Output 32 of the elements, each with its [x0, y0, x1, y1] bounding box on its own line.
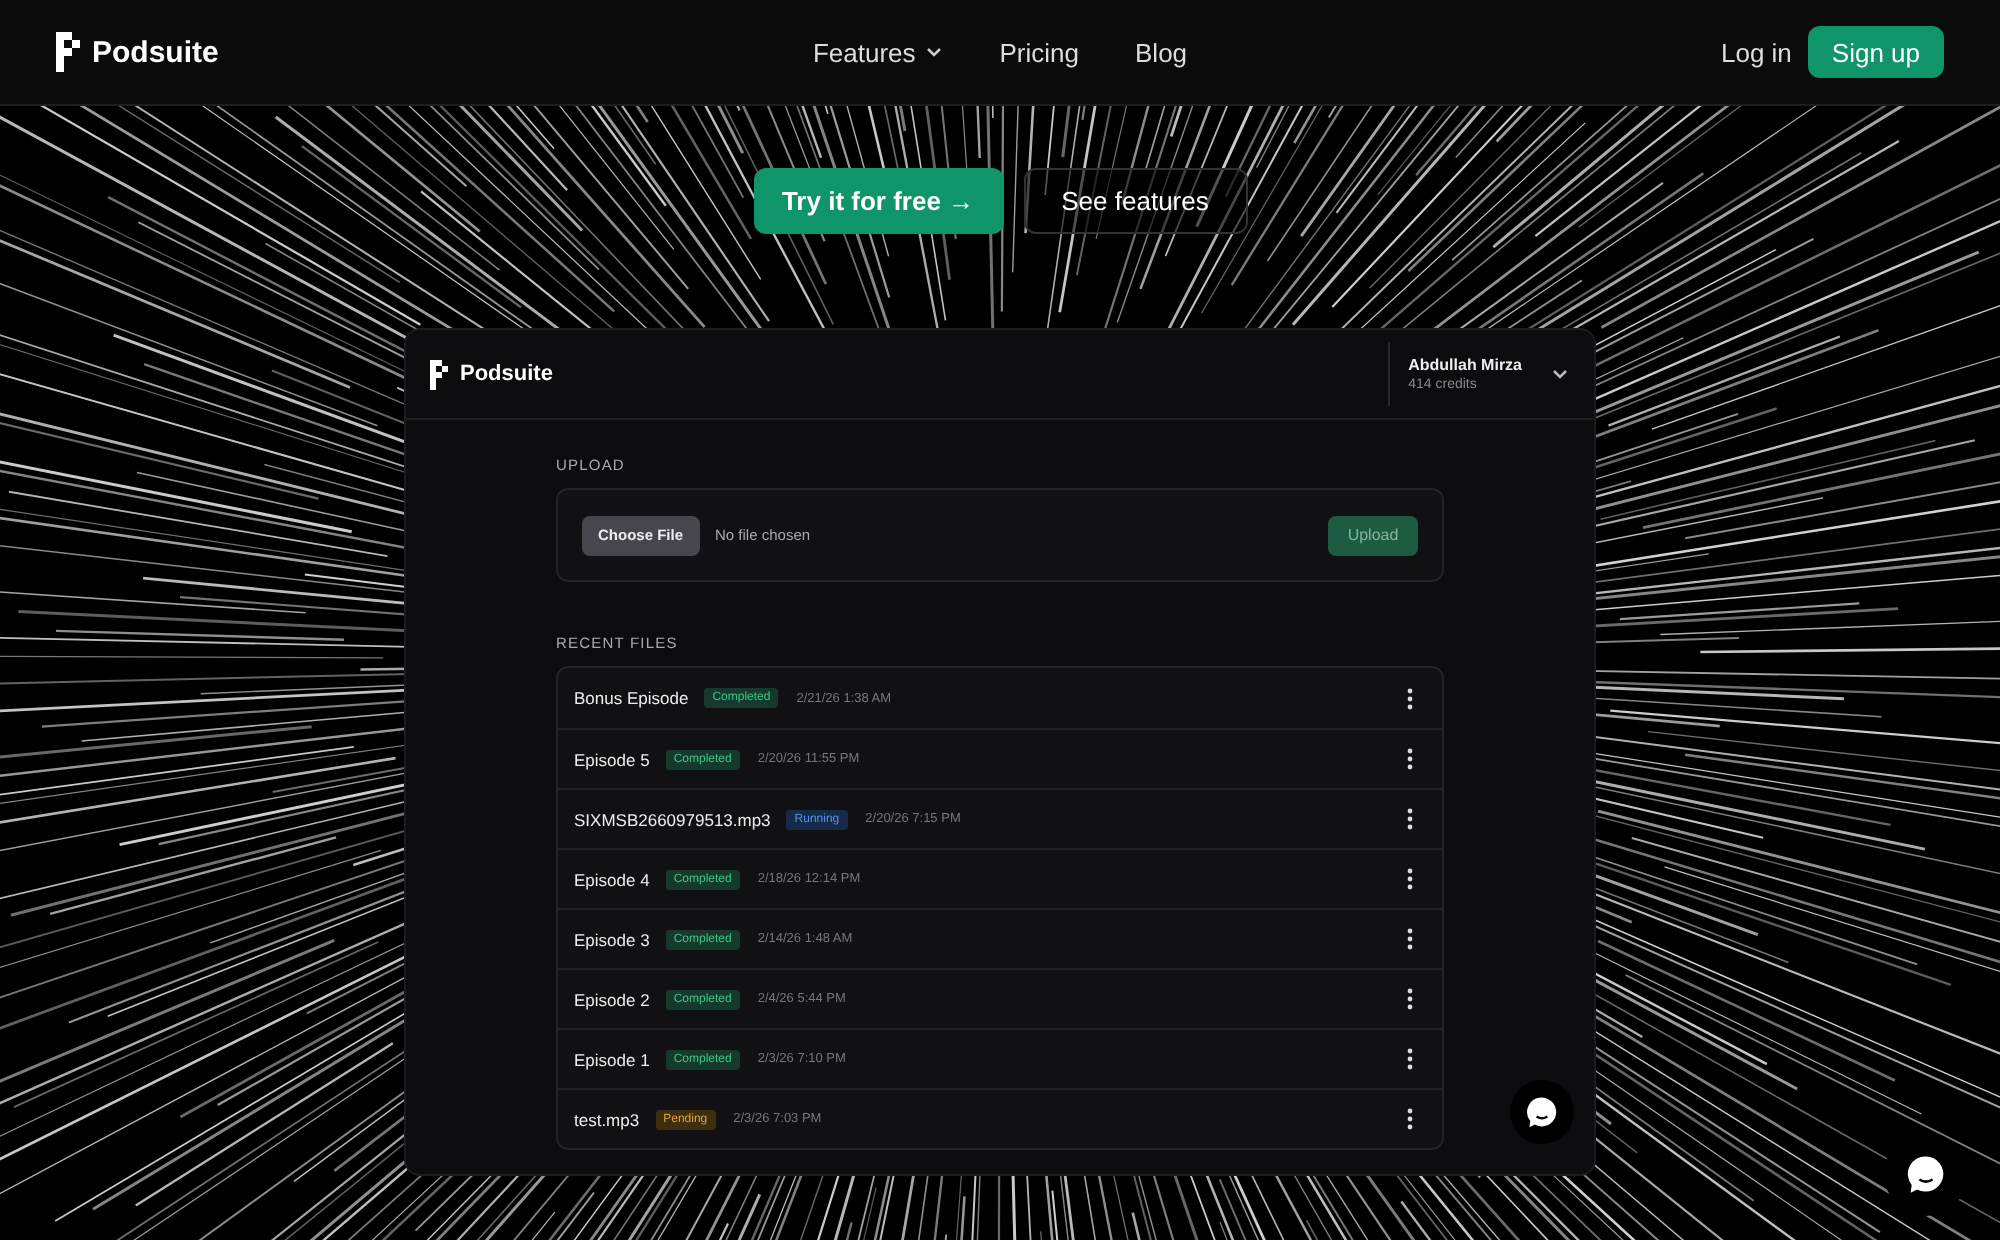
more-options-icon[interactable] [1406, 1108, 1414, 1130]
file-name: Bonus Episode [574, 688, 689, 708]
brand-name: Podsuite [460, 362, 553, 386]
more-options-icon[interactable] [1406, 748, 1414, 770]
chevron-down-icon [1550, 364, 1570, 384]
logo-icon [56, 32, 80, 72]
chevron-down-icon [923, 42, 944, 62]
more-options-icon[interactable] [1406, 1048, 1414, 1070]
file-name: Episode 5 [574, 749, 650, 769]
more-options-icon[interactable] [1406, 868, 1414, 890]
brand-name: Podsuite [92, 35, 219, 69]
file-name: test.mp3 [574, 1109, 640, 1129]
more-options-icon[interactable] [1406, 988, 1414, 1010]
logo-icon [430, 359, 448, 389]
more-options-icon[interactable] [1406, 928, 1414, 950]
chat-icon [1904, 1152, 1948, 1196]
file-name: Episode 3 [574, 929, 650, 949]
file-name: SIXMSB2660979513.mp3 [574, 809, 771, 829]
nav-link[interactable]: Pricing [999, 37, 1080, 67]
file-name: Episode 2 [574, 989, 650, 1009]
nav-link[interactable]: Features [812, 37, 944, 67]
user-name: Abdullah Mirza [1408, 356, 1522, 374]
file-name: Episode 1 [574, 1049, 650, 1069]
see-features-button[interactable]: See features [1023, 168, 1247, 234]
login-link[interactable]: Log in [1720, 37, 1792, 67]
try-free-button[interactable]: Try it for free → [753, 168, 1003, 234]
more-options-icon[interactable] [1406, 687, 1414, 709]
chat-icon [1524, 1094, 1560, 1130]
more-options-icon[interactable] [1406, 808, 1414, 830]
signup-button[interactable]: Sign up [1807, 26, 1944, 78]
file-name: Episode 4 [574, 869, 650, 889]
nav-link[interactable]: Blog [1135, 37, 1188, 67]
